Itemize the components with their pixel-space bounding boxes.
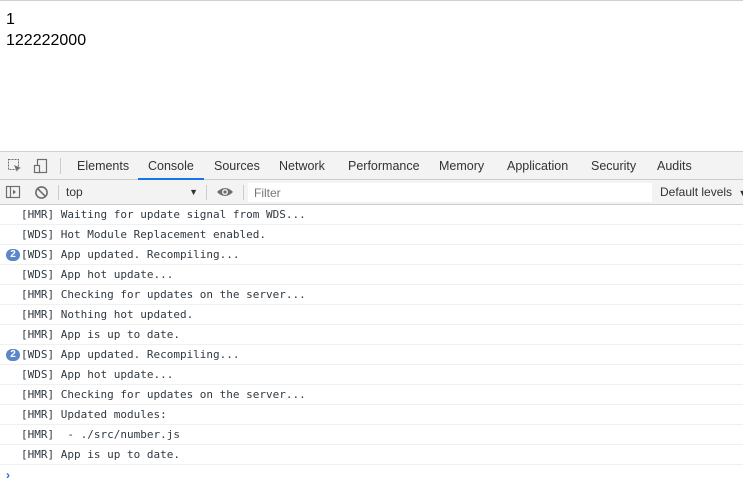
clear-console-icon[interactable] xyxy=(34,185,50,201)
page-text-line: 122222000 xyxy=(6,32,87,49)
console-message-text: [HMR] App is up to date. xyxy=(21,448,180,461)
console-log-row: [WDS] App hot update... xyxy=(0,365,743,385)
devtools-panel: Elements Console Sources Network Perform… xyxy=(0,151,743,487)
toolbar-divider xyxy=(243,185,244,200)
console-message-text: [HMR] Nothing hot updated. xyxy=(21,308,194,321)
page-text-line: 1 xyxy=(6,11,15,28)
log-levels-dropdown[interactable]: Default levels ▼ xyxy=(660,185,743,199)
page-content: 1 122222000 xyxy=(0,0,743,151)
tab-performance[interactable]: Performance xyxy=(348,152,420,179)
live-expression-eye-icon[interactable] xyxy=(216,185,233,201)
tab-network[interactable]: Network xyxy=(279,152,325,179)
dropdown-caret-icon: ▼ xyxy=(189,187,198,197)
console-log-row: [HMR] - ./src/number.js xyxy=(0,425,743,445)
console-message-text: [HMR] Waiting for update signal from WDS… xyxy=(21,208,306,221)
console-log-row: [HMR] Waiting for update signal from WDS… xyxy=(0,205,743,225)
repeat-count-badge: 2 xyxy=(6,349,20,361)
tab-memory[interactable]: Memory xyxy=(439,152,484,179)
console-toolbar: top ▼ Default levels ▼ xyxy=(0,180,743,205)
console-message-text: [WDS] App updated. Recompiling... xyxy=(21,348,240,361)
device-toolbar-icon[interactable] xyxy=(33,158,49,174)
tab-console[interactable]: Console xyxy=(138,152,204,180)
dropdown-caret-icon: ▼ xyxy=(738,188,743,198)
tabbar-divider xyxy=(60,158,61,174)
console-log-row: [HMR] Checking for updates on the server… xyxy=(0,385,743,405)
tab-sources[interactable]: Sources xyxy=(214,152,260,179)
console-log-row: 2 [WDS] App updated. Recompiling... xyxy=(0,245,743,265)
inspect-element-icon[interactable] xyxy=(7,158,23,174)
chevron-right-icon: › xyxy=(6,468,10,482)
repeat-count-badge: 2 xyxy=(6,249,20,261)
tab-audits[interactable]: Audits xyxy=(657,152,692,179)
devtools-tabbar: Elements Console Sources Network Perform… xyxy=(0,152,743,180)
context-selector[interactable]: top ▼ xyxy=(66,184,198,201)
console-log-row: [HMR] Updated modules: xyxy=(0,405,743,425)
toolbar-divider xyxy=(58,185,59,200)
console-log-row: [HMR] Checking for updates on the server… xyxy=(0,285,743,305)
tab-elements[interactable]: Elements xyxy=(77,152,129,179)
console-message-text: [HMR] Updated modules: xyxy=(21,408,167,421)
console-message-text: [WDS] App hot update... xyxy=(21,268,174,281)
tab-application[interactable]: Application xyxy=(507,152,568,179)
console-message-text: [WDS] App hot update... xyxy=(21,368,174,381)
console-log-row: [WDS] Hot Module Replacement enabled. xyxy=(0,225,743,245)
tab-security[interactable]: Security xyxy=(591,152,636,179)
console-message-text: [WDS] Hot Module Replacement enabled. xyxy=(21,228,267,241)
console-messages: [HMR] Waiting for update signal from WDS… xyxy=(0,205,743,488)
console-message-text: [WDS] App updated. Recompiling... xyxy=(21,248,240,261)
console-log-row: [HMR] App is up to date. xyxy=(0,445,743,465)
toolbar-divider xyxy=(206,185,207,200)
console-message-text: [HMR] Checking for updates on the server… xyxy=(21,388,306,401)
filter-input[interactable] xyxy=(248,183,652,202)
console-message-text: [HMR] - ./src/number.js xyxy=(21,428,180,441)
context-value: top xyxy=(66,185,83,199)
console-prompt[interactable]: › xyxy=(0,465,743,485)
log-levels-label: Default levels xyxy=(660,185,733,199)
console-log-row: [HMR] Nothing hot updated. xyxy=(0,305,743,325)
console-message-text: [HMR] App is up to date. xyxy=(21,328,180,341)
console-message-text: [HMR] Checking for updates on the server… xyxy=(21,288,306,301)
console-log-row: [HMR] App is up to date. xyxy=(0,325,743,345)
console-log-row: [WDS] App hot update... xyxy=(0,265,743,285)
console-log-row: 2 [WDS] App updated. Recompiling... xyxy=(0,345,743,365)
sidebar-toggle-icon[interactable] xyxy=(5,185,21,201)
